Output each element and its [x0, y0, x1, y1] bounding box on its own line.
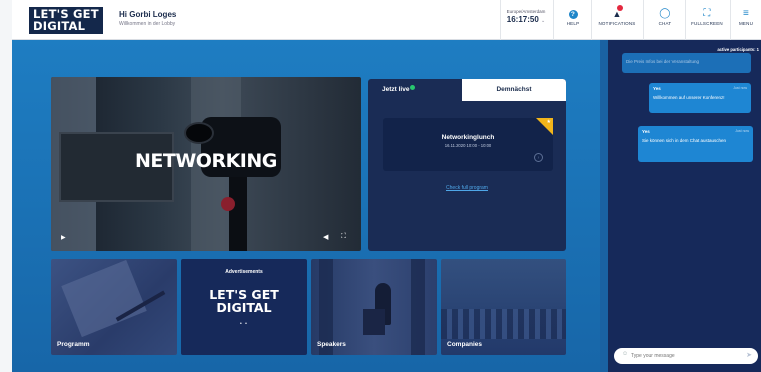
message-text: Sie können sich in dem Chat austauschen — [642, 138, 727, 143]
arrow-right-icon[interactable]: › — [534, 153, 543, 162]
greeting-name: Hi Gorbi Loges — [119, 10, 177, 19]
stage-column — [411, 259, 425, 355]
send-icon[interactable]: ➤ — [746, 351, 752, 359]
emoji-icon[interactable]: ☺ — [622, 351, 628, 357]
crowd-image — [441, 309, 566, 339]
notification-badge — [617, 5, 624, 11]
divider — [730, 0, 731, 40]
lobby-stage: NETWORKING ▶ ◀ ⛶ Jetzt live Demnächst ★ … — [12, 40, 608, 372]
brand-logo[interactable]: LET'S GET DIGITAL — [29, 7, 103, 34]
expand-icon: ⛶ — [703, 8, 711, 19]
star-icon: ★ — [546, 119, 551, 125]
podium-image — [363, 309, 385, 335]
companies-tile[interactable]: Companies — [441, 259, 566, 355]
timezone-clock[interactable]: Europe/Amsterdam 16:17:50 ⌄ — [502, 9, 550, 24]
notebook-image — [61, 259, 147, 338]
fullscreen-label: FULLSCREEN — [691, 21, 723, 26]
chat-message-input[interactable] — [631, 351, 731, 361]
bell-icon-wrap: ▲ — [594, 5, 640, 21]
session-name: Networkinglunch — [441, 134, 495, 141]
divider — [643, 0, 644, 40]
page-margin — [0, 0, 12, 372]
ads-pager-dots[interactable]: • • — [181, 321, 307, 327]
session-time: 16.11.2020 10:00 - 10:00 — [444, 143, 492, 148]
divider — [685, 0, 686, 40]
play-icon[interactable]: ▶ — [61, 234, 66, 241]
divider — [553, 0, 554, 40]
menu-label: MENU — [738, 21, 754, 26]
live-session-card[interactable]: ★ Networkinglunch 16.11.2020 10:00 - 10:… — [383, 118, 553, 171]
ads-logo-line-2: DIGITAL — [216, 300, 272, 315]
logo-line-2: DIGITAL — [33, 18, 86, 33]
message-author: Yes — [653, 86, 661, 91]
tab-live-now[interactable]: Jetzt live — [382, 79, 416, 101]
networking-video[interactable]: NETWORKING ▶ ◀ ⛶ — [51, 77, 361, 251]
message-author: Yes — [642, 129, 650, 134]
ads-logo: LET'S GET DIGITAL — [181, 288, 307, 314]
help-icon: ? — [568, 10, 578, 19]
message-text: Die Preis Infos bei der Veranstaltung — [626, 59, 700, 64]
message-header: Yes Just now — [642, 129, 749, 134]
divider — [591, 0, 592, 40]
timezone-label: Europe/Amsterdam — [506, 9, 546, 14]
schedule-tabs: Jetzt live Demnächst — [368, 79, 566, 101]
menu-button[interactable]: ≡ MENU — [734, 8, 758, 34]
schedule-panel: Jetzt live Demnächst ★ Networkinglunch 1… — [368, 79, 566, 251]
chat-label: CHAT — [658, 21, 672, 26]
bell-icon: ▲ — [612, 5, 624, 20]
program-label: Programm — [57, 341, 90, 348]
chat-message: Die Preis Infos bei der Veranstaltung — [622, 53, 751, 73]
help-button[interactable]: ? HELP — [558, 8, 588, 34]
fullscreen-icon[interactable]: ⛶ — [341, 233, 346, 241]
chevron-down-icon: ⌄ — [541, 18, 546, 24]
camera-detail — [221, 197, 235, 211]
top-bar: LET'S GET DIGITAL Hi Gorbi Loges Willkom… — [12, 0, 761, 40]
tripod-shape — [229, 177, 247, 251]
tab-live-label: Jetzt live — [382, 86, 410, 93]
clock-time: 16:17:50 — [506, 15, 539, 24]
clock-time-wrap: 16:17:50 ⌄ — [502, 15, 550, 24]
help-icon-wrap: ? — [558, 8, 588, 21]
speakers-label: Speakers — [317, 341, 346, 348]
notifications-button[interactable]: ▲ NOTIFICATIONS — [594, 5, 640, 34]
message-header: Yes Just now — [653, 86, 747, 91]
message-time: Just now — [735, 129, 749, 133]
chat-bubble-icon: ◯ — [659, 8, 671, 19]
help-label: HELP — [566, 21, 580, 26]
volume-icon[interactable]: ◀ — [323, 233, 328, 241]
ads-title: Advertisements — [225, 269, 263, 275]
chat-sidebar: active participants: 1 Die Preis Infos b… — [608, 40, 761, 372]
divider — [500, 0, 501, 40]
active-participants: active participants: 1 — [717, 47, 759, 52]
chat-button[interactable]: ◯ CHAT — [649, 8, 681, 34]
camera-lens — [184, 122, 214, 144]
companies-label: Companies — [447, 341, 483, 348]
chat-message: Yes Just now Willkommen auf unserer Konfe… — [649, 83, 751, 113]
message-text: Willkommen auf unserer Konferenz! — [653, 95, 725, 100]
video-title: NETWORKING — [135, 150, 277, 172]
hamburger-menu-icon: ≡ — [742, 8, 750, 19]
live-indicator-icon — [410, 85, 416, 90]
notifications-label: NOTIFICATIONS — [598, 21, 636, 26]
full-program-link[interactable]: Check full program — [368, 185, 566, 191]
chat-input-bar: ☺ ➤ — [614, 348, 758, 364]
advertisements-tile[interactable]: Advertisements LET'S GET DIGITAL • • — [181, 259, 307, 355]
speakers-tile[interactable]: Speakers — [311, 259, 437, 355]
chat-message: Yes Just now Sie können sich in dem Chat … — [638, 126, 753, 162]
message-time: Just now — [733, 86, 747, 90]
greeting-subtitle: Willkommen in der Lobby — [119, 21, 176, 27]
stage-scrollbar[interactable] — [600, 40, 608, 372]
tab-upcoming[interactable]: Demnächst — [462, 79, 566, 101]
fullscreen-button[interactable]: ⛶ FULLSCREEN — [688, 8, 726, 34]
program-tile[interactable]: Programm — [51, 259, 177, 355]
user-greeting: Hi Gorbi Loges Willkommen in der Lobby — [119, 10, 176, 27]
